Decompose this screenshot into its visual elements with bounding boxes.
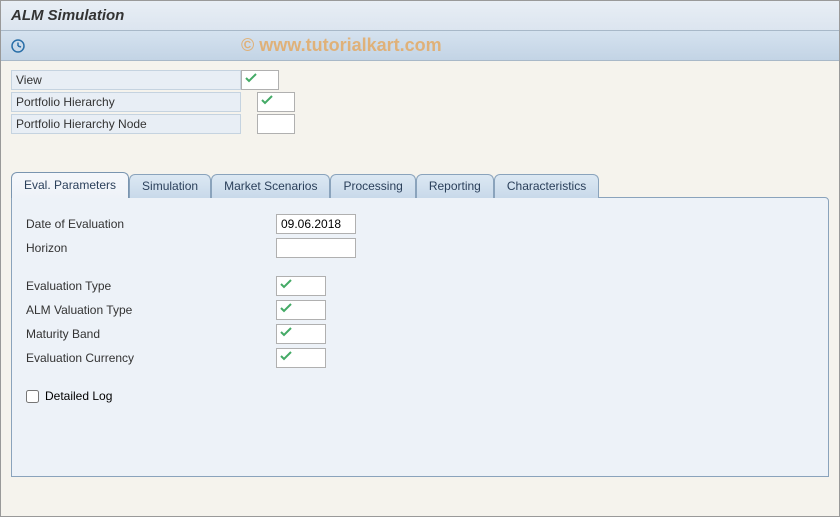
tab-label: Eval. Parameters	[24, 178, 116, 192]
horizon-label: Horizon	[26, 241, 276, 255]
tab-simulation[interactable]: Simulation	[129, 174, 211, 198]
tab-label: Characteristics	[507, 179, 586, 193]
top-form: View Portfolio Hierarchy Portfolio Hiera…	[1, 61, 839, 139]
tab-eval-parameters[interactable]: Eval. Parameters	[11, 172, 129, 198]
portfolio-node-label: Portfolio Hierarchy Node	[11, 114, 241, 134]
view-label: View	[11, 70, 241, 90]
tab-label: Reporting	[429, 179, 481, 193]
portfolio-hierarchy-field[interactable]	[257, 92, 295, 112]
view-field[interactable]	[241, 70, 279, 90]
eval-type-label: Evaluation Type	[26, 279, 276, 293]
eval-type-field[interactable]	[276, 276, 326, 296]
page-title: ALM Simulation	[11, 7, 124, 24]
maturity-band-field[interactable]	[276, 324, 326, 344]
execute-button[interactable]	[9, 37, 27, 55]
toolbar	[1, 31, 839, 61]
portfolio-node-field[interactable]	[257, 114, 295, 134]
tab-characteristics[interactable]: Characteristics	[494, 174, 599, 198]
clock-icon	[10, 38, 26, 54]
tab-strip: Eval. Parameters Simulation Market Scena…	[11, 171, 829, 197]
eval-currency-field[interactable]	[276, 348, 326, 368]
tab-reporting[interactable]: Reporting	[416, 174, 494, 198]
tab-area: Eval. Parameters Simulation Market Scena…	[11, 171, 829, 477]
tab-label: Market Scenarios	[224, 179, 317, 193]
tab-market-scenarios[interactable]: Market Scenarios	[211, 174, 330, 198]
alm-valuation-field[interactable]	[276, 300, 326, 320]
tab-label: Simulation	[142, 179, 198, 193]
horizon-field[interactable]	[276, 238, 356, 258]
panel-eval-parameters: Date of Evaluation Horizon Evaluation Ty…	[11, 197, 829, 477]
tab-processing[interactable]: Processing	[330, 174, 415, 198]
tab-label: Processing	[343, 179, 402, 193]
eval-currency-label: Evaluation Currency	[26, 351, 276, 365]
portfolio-hierarchy-label: Portfolio Hierarchy	[11, 92, 241, 112]
date-eval-label: Date of Evaluation	[26, 217, 276, 231]
detailed-log-label: Detailed Log	[45, 389, 112, 403]
app-window: ALM Simulation © www.tutorialkart.com Vi…	[0, 0, 840, 517]
title-bar: ALM Simulation	[1, 1, 839, 31]
date-eval-field[interactable]	[276, 214, 356, 234]
maturity-band-label: Maturity Band	[26, 327, 276, 341]
detailed-log-checkbox[interactable]	[26, 390, 39, 403]
alm-valuation-label: ALM Valuation Type	[26, 303, 276, 317]
